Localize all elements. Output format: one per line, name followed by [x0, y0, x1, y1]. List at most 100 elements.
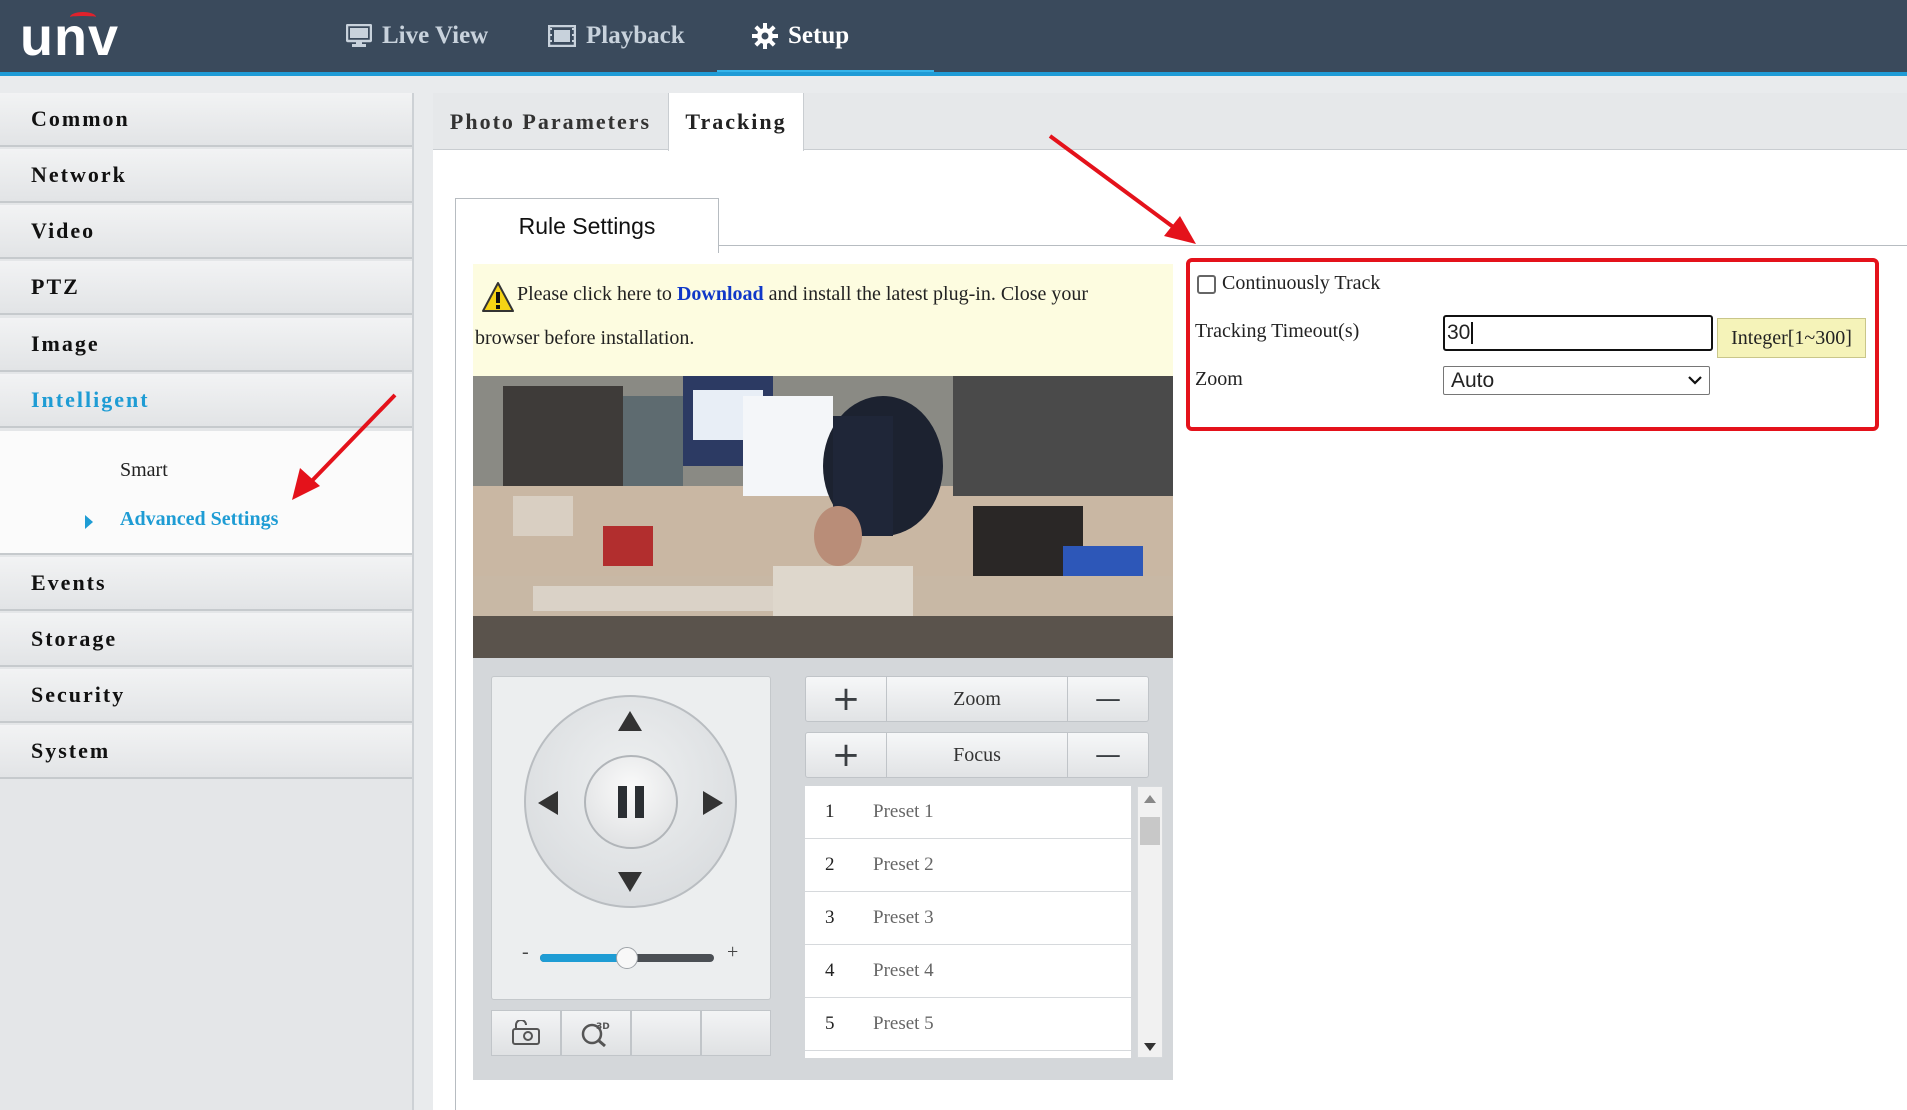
- sidebar-item-system[interactable]: System: [0, 725, 412, 779]
- submenu-item-advanced-settings[interactable]: Advanced Settings: [120, 508, 278, 531]
- sidebar-item-label: Video: [31, 218, 96, 243]
- continuously-track-checkbox[interactable]: [1197, 275, 1216, 294]
- chevron-down-icon: [1688, 376, 1702, 385]
- sidebar-item-image[interactable]: Image: [0, 318, 412, 372]
- sidebar-item-security[interactable]: Security: [0, 669, 412, 723]
- plugin-notice: Please click here to Download and instal…: [473, 264, 1173, 376]
- speed-min-label: -: [522, 941, 529, 963]
- monitor-icon: [346, 24, 372, 47]
- content-frame-border: [455, 252, 456, 1110]
- preset-row[interactable]: 3 Preset 3: [805, 892, 1131, 945]
- speed-slider-fill: [540, 954, 627, 962]
- sidebar-item-label: Events: [31, 570, 107, 595]
- nav-setup-label: Setup: [788, 22, 850, 49]
- download-link[interactable]: Download: [677, 283, 764, 305]
- preset-number: 5: [825, 1013, 835, 1034]
- preset-number: 2: [825, 854, 835, 875]
- sidebar-item-label: Common: [31, 106, 130, 131]
- sidebar-item-common[interactable]: Common: [0, 93, 412, 147]
- camera-feed-image: [473, 376, 1173, 658]
- nav-playback[interactable]: Playback: [548, 0, 685, 72]
- sidebar-item-intelligent[interactable]: Intelligent: [0, 374, 412, 428]
- pause-icon: [635, 786, 644, 818]
- pause-button[interactable]: [584, 755, 678, 849]
- focus-out-button[interactable]: —: [1068, 733, 1148, 777]
- lock-camera-icon: [512, 1020, 540, 1045]
- sidebar-item-label: Intelligent: [31, 387, 150, 412]
- preset-row[interactable]: 5 Preset 5: [805, 998, 1131, 1051]
- preset-number: 3: [825, 907, 835, 928]
- direction-dial: [524, 695, 737, 908]
- svg-text:3D: 3D: [596, 1022, 610, 1032]
- preset-row[interactable]: 4 Preset 4: [805, 945, 1131, 998]
- ptz-toolbar: 3D: [491, 1010, 771, 1056]
- preset-number: 1: [825, 801, 835, 822]
- live-video[interactable]: [473, 376, 1173, 658]
- submenu-item-smart[interactable]: Smart: [120, 459, 168, 482]
- speed-max-label: +: [727, 941, 739, 963]
- zoom-label: Zoom: [886, 677, 1068, 721]
- main-content: Photo Parameters Tracking Rule Settings …: [433, 93, 1907, 1110]
- notice-line-2: browser before installation.: [475, 327, 695, 349]
- preset-row[interactable]: 1 Preset 1: [805, 786, 1131, 839]
- sidebar-item-label: Security: [31, 682, 126, 707]
- sidebar-item-ptz[interactable]: PTZ: [0, 261, 412, 315]
- zoom-control: + Zoom —: [805, 676, 1149, 722]
- film-icon: [548, 25, 576, 47]
- preset-scrollbar[interactable]: [1137, 786, 1163, 1058]
- notice-line-1: Please click here to Download and instal…: [517, 272, 1088, 316]
- scroll-down-icon[interactable]: [1144, 1043, 1156, 1051]
- sidebar-item-label: System: [31, 738, 111, 763]
- nav-live-view-label: Live View: [382, 22, 489, 49]
- tracking-zoom-label: Zoom: [1195, 368, 1243, 390]
- scroll-up-icon[interactable]: [1144, 795, 1156, 803]
- lock-camera-button[interactable]: [491, 1010, 561, 1056]
- speed-slider[interactable]: [540, 947, 714, 969]
- nav-setup[interactable]: Setup: [752, 0, 849, 72]
- text-caret: [1471, 322, 1474, 345]
- sidebar-item-events[interactable]: Events: [0, 557, 412, 611]
- scroll-thumb[interactable]: [1140, 817, 1160, 845]
- arrow-left-icon[interactable]: [538, 791, 558, 815]
- tab-bar: Photo Parameters Tracking: [433, 93, 1907, 151]
- minus-icon: —: [1095, 740, 1121, 770]
- arrow-right-icon[interactable]: [703, 791, 723, 815]
- focus-in-button[interactable]: +: [806, 733, 886, 777]
- preset-list: 1 Preset 1 2 Preset 2 3 Preset 3 4 Preset 4 …: [805, 786, 1131, 1058]
- zoom-out-button[interactable]: —: [1068, 677, 1148, 721]
- notice-text: and install the latest plug-in. Close yo…: [763, 283, 1089, 305]
- speed-slider-handle[interactable]: [616, 947, 638, 969]
- zoom-in-button[interactable]: +: [806, 677, 886, 721]
- sidebar-item-video[interactable]: Video: [0, 205, 412, 259]
- tab-rule-settings[interactable]: Rule Settings: [455, 198, 719, 253]
- arrow-up-icon[interactable]: [618, 711, 642, 731]
- subtab-label: Rule Settings: [518, 212, 656, 239]
- tracking-timeout-input[interactable]: 30: [1443, 315, 1713, 351]
- sidebar-item-label: Network: [31, 162, 127, 187]
- tracking-zoom-value: Auto: [1451, 369, 1495, 392]
- preset-name: Preset 2: [873, 854, 934, 875]
- tab-label: Tracking: [685, 109, 787, 134]
- ptz-tool-empty[interactable]: [701, 1010, 771, 1056]
- 3d-zoom-icon: 3D: [581, 1022, 610, 1047]
- top-bar: unv Live View Playback Setup: [0, 0, 1907, 76]
- 3d-positioning-button[interactable]: 3D: [561, 1010, 631, 1056]
- ptz-tool-empty[interactable]: [631, 1010, 701, 1056]
- sidebar-item-storage[interactable]: Storage: [0, 613, 412, 667]
- preset-name: Preset 5: [873, 1013, 934, 1034]
- ptz-control-panel: - + 3D + Zoom — + Focus — 1 Preset 1 2 P…: [473, 658, 1173, 1080]
- tracking-zoom-select[interactable]: Auto: [1443, 366, 1710, 395]
- sidebar: Common Network Video PTZ Image Intellige…: [0, 93, 414, 1110]
- tab-photo-parameters[interactable]: Photo Parameters: [433, 93, 669, 150]
- arrow-down-icon[interactable]: [618, 872, 642, 892]
- preset-name: Preset 3: [873, 907, 934, 928]
- tab-tracking[interactable]: Tracking: [668, 93, 804, 151]
- intelligent-submenu: Smart Advanced Settings: [0, 431, 412, 555]
- logo-arc: [70, 12, 96, 22]
- tracking-timeout-value: 30: [1447, 321, 1471, 344]
- preset-name: Preset 1: [873, 801, 934, 822]
- pause-icon: [618, 786, 627, 818]
- preset-row[interactable]: 2 Preset 2: [805, 839, 1131, 892]
- sidebar-item-network[interactable]: Network: [0, 149, 412, 203]
- nav-live-view[interactable]: Live View: [346, 0, 488, 72]
